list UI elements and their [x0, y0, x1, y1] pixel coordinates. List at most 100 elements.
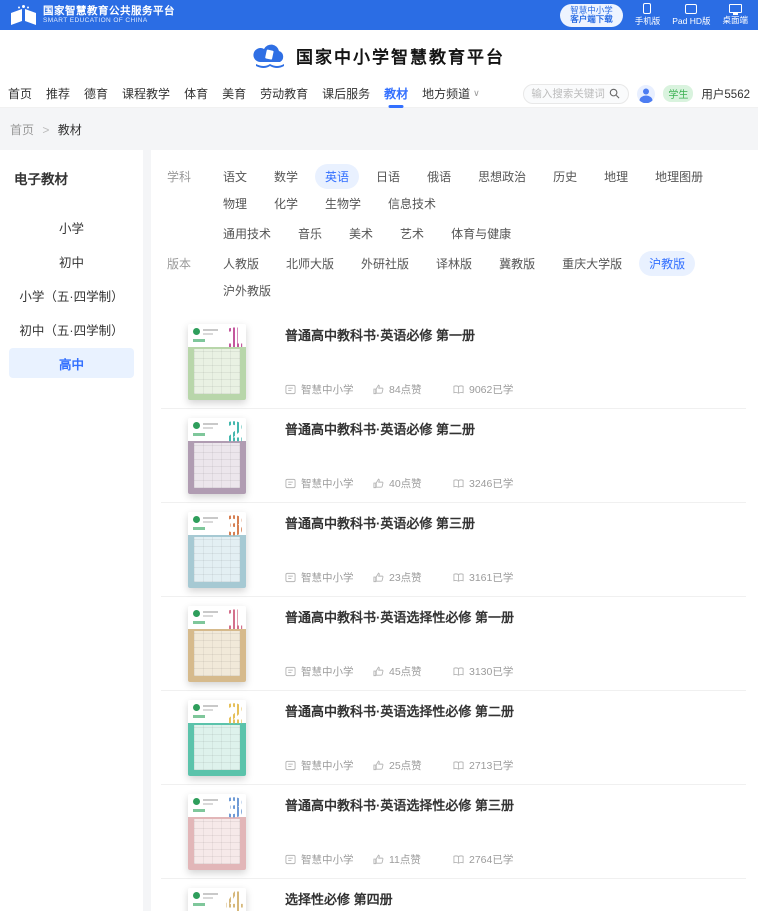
user-name[interactable]: 用户5562 [701, 86, 750, 102]
nav-item-teaching[interactable]: 课程教学 [122, 80, 170, 108]
book-title[interactable]: 普通高中教科书·英语选择性必修 第一册 [285, 607, 514, 626]
cover-map-art [194, 349, 240, 394]
nav-item-local-channel[interactable]: 地方频道 ∨ [422, 80, 480, 108]
cover-map-art [194, 443, 240, 488]
client-download-button[interactable]: 智慧中小学 客户端下载 [560, 4, 623, 27]
nav-item-afterschool[interactable]: 课后服务 [322, 80, 370, 108]
nav-item-recommend[interactable]: 推荐 [46, 80, 70, 108]
edition-jijiao[interactable]: 冀教版 [489, 251, 545, 276]
cover-logo-dot [193, 892, 200, 899]
book-cover[interactable]: 1 [188, 324, 246, 400]
book-likes: 45点赞 [389, 664, 422, 679]
book-row[interactable]: 1 普通高中教科书·英语选择性必修 第一册 智慧中小学 45点赞 3130已学 [161, 597, 746, 691]
search-input[interactable] [531, 88, 609, 100]
subject-arts[interactable]: 艺术 [390, 221, 434, 246]
sidebar-item-primary[interactable]: 小学 [9, 212, 134, 242]
nav-item-textbooks[interactable]: 教材 [384, 80, 408, 108]
book-cover[interactable]: 3 [188, 512, 246, 588]
edition-huwaijiao[interactable]: 沪外教版 [213, 278, 281, 303]
pad-hd-version-link[interactable]: Pad HD版 [672, 3, 710, 27]
sidebar: 电子教材 小学 初中 小学（五·四学制） 初中（五·四学制） 高中 [0, 150, 143, 911]
book-row[interactable]: 4 选择性必修 第四册 智慧中小学 1点赞 268已学 [161, 879, 746, 911]
book-source: 智慧中小学 [301, 476, 354, 491]
book-row[interactable]: 3 普通高中教科书·英语选择性必修 第三册 智慧中小学 11点赞 2764已学 [161, 785, 746, 879]
book-learned: 9062已学 [469, 382, 513, 397]
book-title[interactable]: 选择性必修 第四册 [285, 889, 508, 908]
book-row[interactable]: 3 普通高中教科书·英语必修 第三册 智慧中小学 23点赞 3161已学 [161, 503, 746, 597]
book-learned: 3130已学 [469, 664, 513, 679]
book-row[interactable]: 1 普通高中教科书·英语必修 第一册 智慧中小学 84点赞 9062已学 [161, 315, 746, 409]
sidebar-item-senior[interactable]: 高中 [9, 348, 134, 378]
search-icon[interactable] [609, 88, 620, 99]
subject-biology[interactable]: 生物学 [315, 191, 371, 216]
subject-pe-health[interactable]: 体育与健康 [441, 221, 521, 246]
sidebar-item-junior-54[interactable]: 初中（五·四学制） [9, 314, 134, 344]
sidebar-item-junior[interactable]: 初中 [9, 246, 134, 276]
gov-logo-subtitle: SMART EDUCATION OF CHINA [43, 17, 175, 25]
nav-item-labor[interactable]: 劳动教育 [260, 80, 308, 108]
book-row[interactable]: 2 普通高中教科书·英语必修 第二册 智慧中小学 40点赞 3246已学 [161, 409, 746, 503]
subject-japanese[interactable]: 日语 [366, 164, 410, 189]
book-cover[interactable]: 1 [188, 606, 246, 682]
book-cover[interactable]: 3 [188, 794, 246, 870]
sidebar-item-primary-54[interactable]: 小学（五·四学制） [9, 280, 134, 310]
subject-politics[interactable]: 思想政治 [468, 164, 536, 189]
subject-art[interactable]: 美术 [339, 221, 383, 246]
subject-history[interactable]: 历史 [543, 164, 587, 189]
cover-map-art [194, 631, 240, 676]
user-role-badge: 学生 [663, 85, 693, 102]
book-title[interactable]: 普通高中教科书·英语选择性必修 第二册 [285, 701, 514, 720]
subject-it[interactable]: 信息技术 [378, 191, 446, 216]
thumbs-up-icon [373, 572, 384, 583]
edition-waiyanshe[interactable]: 外研社版 [351, 251, 419, 276]
edition-chongqing[interactable]: 重庆大学版 [552, 251, 632, 276]
search-box[interactable] [523, 84, 629, 104]
cover-volume-number: 4 [225, 888, 244, 911]
subject-math[interactable]: 数学 [264, 164, 308, 189]
book-title[interactable]: 普通高中教科书·英语必修 第一册 [285, 325, 513, 344]
edition-yilin[interactable]: 译林版 [426, 251, 482, 276]
desktop-version-link[interactable]: 桌面端 [722, 3, 748, 27]
gov-logo-title: 国家智慧教育公共服务平台 [43, 5, 175, 17]
book-cover[interactable]: 2 [188, 418, 246, 494]
nav-item-home[interactable]: 首页 [8, 80, 32, 108]
subject-russian[interactable]: 俄语 [417, 164, 461, 189]
subject-general-tech[interactable]: 通用技术 [213, 221, 281, 246]
nav-item-arts[interactable]: 美育 [222, 80, 246, 108]
book-title[interactable]: 普通高中教科书·英语必修 第二册 [285, 419, 513, 438]
edition-hujiao[interactable]: 沪教版 [639, 251, 695, 276]
nav-item-moral[interactable]: 德育 [84, 80, 108, 108]
thumbs-up-icon [373, 854, 384, 865]
subject-chinese[interactable]: 语文 [213, 164, 257, 189]
subject-music[interactable]: 音乐 [288, 221, 332, 246]
sidebar-title: 电子教材 [0, 168, 143, 188]
open-book-icon [10, 4, 37, 26]
mobile-version-link[interactable]: 手机版 [635, 3, 661, 27]
learned-book-icon [453, 854, 464, 865]
source-icon [285, 384, 296, 395]
edition-renjiao[interactable]: 人教版 [213, 251, 269, 276]
edition-beishida[interactable]: 北师大版 [276, 251, 344, 276]
book-list: 1 普通高中教科书·英语必修 第一册 智慧中小学 84点赞 9062已学 2 [161, 315, 746, 911]
cover-logo-dot [193, 328, 200, 335]
breadcrumb-home[interactable]: 首页 [10, 123, 34, 137]
thumbs-up-icon [373, 666, 384, 677]
book-title[interactable]: 普通高中教科书·英语必修 第三册 [285, 513, 513, 532]
book-row[interactable]: 2 普通高中教科书·英语选择性必修 第二册 智慧中小学 25点赞 2713已学 [161, 691, 746, 785]
subject-physics[interactable]: 物理 [213, 191, 257, 216]
subject-geography[interactable]: 地理 [594, 164, 638, 189]
book-likes: 23点赞 [389, 570, 422, 585]
source-icon [285, 572, 296, 583]
cover-volume-number: 1 [225, 324, 244, 353]
avatar[interactable] [637, 85, 655, 103]
subject-filter-label: 学科 [167, 168, 201, 185]
subject-geo-atlas[interactable]: 地理图册 [645, 164, 713, 189]
book-cover[interactable]: 4 [188, 888, 246, 911]
book-cover[interactable]: 2 [188, 700, 246, 776]
cover-volume-number: 2 [225, 700, 244, 729]
nav-item-sports[interactable]: 体育 [184, 80, 208, 108]
main-panel: 学科 语文 数学 英语 日语 俄语 思想政治 历史 地理 地理图册 物理 化学 … [151, 150, 758, 911]
subject-chemistry[interactable]: 化学 [264, 191, 308, 216]
book-title[interactable]: 普通高中教科书·英语选择性必修 第三册 [285, 795, 514, 814]
subject-english[interactable]: 英语 [315, 164, 359, 189]
